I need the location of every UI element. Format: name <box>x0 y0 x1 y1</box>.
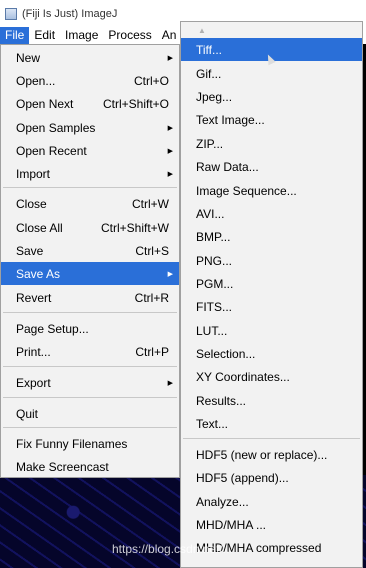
app-icon <box>5 7 17 20</box>
menu-image[interactable]: Image <box>60 27 103 44</box>
menu-item-revert[interactable]: Revert Ctrl+R <box>1 286 179 309</box>
scroll-up-arrow[interactable]: ▲ <box>181 22 362 38</box>
menu-item-open-samples[interactable]: Open Samples ▶ <box>1 116 179 139</box>
submenu-arrow-icon: ▶ <box>167 170 173 178</box>
menu-item-save-as[interactable]: Save As ▶ <box>1 262 179 285</box>
menu-item-new[interactable]: New ▶ <box>1 46 179 69</box>
save-as-item-lut[interactable]: LUT... <box>181 319 362 342</box>
save-as-item-gif[interactable]: Gif... <box>181 62 362 85</box>
submenu-arrow-icon: ▶ <box>167 379 173 387</box>
submenu-arrow-icon: ▶ <box>167 270 173 278</box>
menu-item-open[interactable]: Open... Ctrl+O <box>1 69 179 92</box>
menu-item-close-all[interactable]: Close All Ctrl+Shift+W <box>1 216 179 239</box>
save-as-item-text-image[interactable]: Text Image... <box>181 108 362 131</box>
separator <box>3 397 177 398</box>
save-as-submenu: ▲ Tiff... Gif... Jpeg... Text Image... Z… <box>180 21 363 568</box>
menu-item-print[interactable]: Print... Ctrl+P <box>1 340 179 363</box>
menu-item-fix-funny-filenames[interactable]: Fix Funny Filenames <box>1 432 179 455</box>
save-as-item-zip[interactable]: ZIP... <box>181 132 362 155</box>
save-as-item-fits[interactable]: FITS... <box>181 295 362 318</box>
save-as-item-mhd-mha[interactable]: MHD/MHA ... <box>181 513 362 536</box>
separator <box>183 438 360 439</box>
separator <box>3 427 177 428</box>
menu-file[interactable]: File <box>0 27 30 44</box>
menu-item-page-setup[interactable]: Page Setup... <box>1 317 179 340</box>
save-as-item-avi[interactable]: AVI... <box>181 202 362 225</box>
submenu-arrow-icon: ▶ <box>167 124 173 132</box>
submenu-arrow-icon: ▶ <box>167 147 173 155</box>
save-as-item-results[interactable]: Results... <box>181 389 362 412</box>
chevron-up-icon: ▲ <box>198 25 206 35</box>
menu-item-close[interactable]: Close Ctrl+W <box>1 192 179 215</box>
save-as-item-image-sequence[interactable]: Image Sequence... <box>181 179 362 202</box>
separator <box>3 187 177 188</box>
menu-edit[interactable]: Edit <box>29 27 60 44</box>
menu-item-export[interactable]: Export ▶ <box>1 371 179 394</box>
separator <box>3 366 177 367</box>
menu-process[interactable]: Process <box>103 27 156 44</box>
save-as-item-hdf5-new[interactable]: HDF5 (new or replace)... <box>181 443 362 466</box>
menu-item-import[interactable]: Import ▶ <box>1 162 179 185</box>
save-as-item-pgm[interactable]: PGM... <box>181 272 362 295</box>
menu-analyze[interactable]: An <box>157 27 182 44</box>
save-as-item-jpeg[interactable]: Jpeg... <box>181 85 362 108</box>
submenu-arrow-icon: ▶ <box>167 54 173 62</box>
menu-item-quit[interactable]: Quit <box>1 402 179 425</box>
save-as-item-text[interactable]: Text... <box>181 412 362 435</box>
save-as-item-raw-data[interactable]: Raw Data... <box>181 155 362 178</box>
save-as-item-selection[interactable]: Selection... <box>181 342 362 365</box>
watermark: https://blog.csdn.net/... <box>112 542 233 556</box>
save-as-item-png[interactable]: PNG... <box>181 249 362 272</box>
file-menu: New ▶ Open... Ctrl+O Open Next Ctrl+Shif… <box>0 44 180 478</box>
menu-item-open-recent[interactable]: Open Recent ▶ <box>1 139 179 162</box>
menu-item-save[interactable]: Save Ctrl+S <box>1 239 179 262</box>
save-as-item-hdf5-append[interactable]: HDF5 (append)... <box>181 466 362 489</box>
separator <box>3 312 177 313</box>
save-as-item-bmp[interactable]: BMP... <box>181 225 362 248</box>
save-as-item-analyze[interactable]: Analyze... <box>181 490 362 513</box>
menu-item-open-next[interactable]: Open Next Ctrl+Shift+O <box>1 92 179 115</box>
menu-item-make-screencast[interactable]: Make Screencast <box>1 455 179 478</box>
window-title: (Fiji Is Just) ImageJ <box>22 7 118 20</box>
save-as-item-xy-coordinates[interactable]: XY Coordinates... <box>181 365 362 388</box>
